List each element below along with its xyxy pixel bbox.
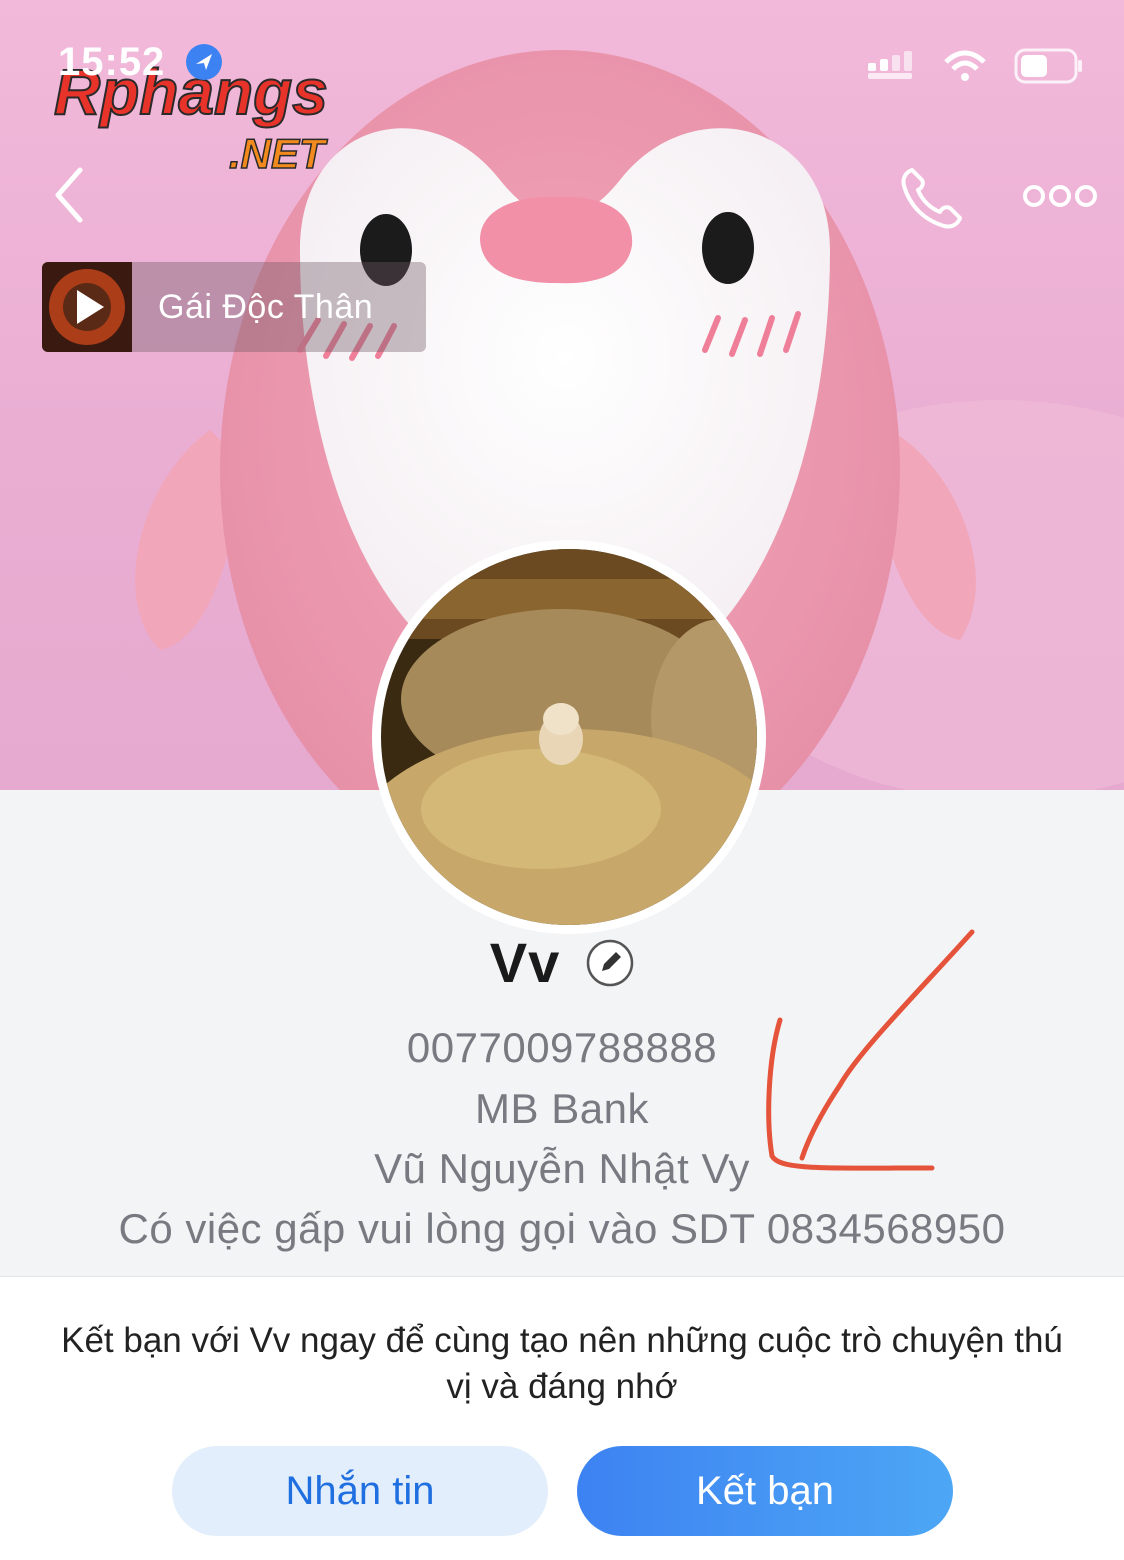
pencil-icon xyxy=(587,939,634,986)
invite-message: Kết bạn với Vv ngay để cùng tạo nên nhữn… xyxy=(61,1321,1063,1406)
profile-name: Vv xyxy=(489,931,561,994)
svg-text:.NET: .NET xyxy=(229,130,328,177)
more-dots-icon xyxy=(1023,185,1097,207)
phone-icon xyxy=(901,168,962,229)
battery-icon xyxy=(1014,48,1084,89)
edit-nickname-button[interactable] xyxy=(586,939,634,987)
status-icons xyxy=(868,48,1084,89)
chevron-left-icon xyxy=(55,167,83,223)
wifi-icon xyxy=(944,50,986,87)
location-arrow-icon xyxy=(184,42,224,87)
call-button[interactable] xyxy=(890,160,970,240)
profile-avatar[interactable] xyxy=(372,540,766,934)
annotation-arrow xyxy=(766,929,975,1171)
add-friend-button[interactable]: Kết bạn xyxy=(577,1446,953,1536)
music-title: Gái Độc Thân xyxy=(158,287,374,326)
bio-contact-note: Có việc gấp vui lòng gọi vào SDT 0834568… xyxy=(118,1205,1006,1252)
status-time: 15:52 xyxy=(58,40,166,84)
profile-music-chip[interactable]: Gái Độc Thân xyxy=(42,262,426,352)
more-options-button[interactable] xyxy=(1020,168,1100,224)
message-button[interactable]: Nhắn tin xyxy=(172,1446,548,1536)
music-thumbnail xyxy=(42,262,132,352)
back-button[interactable] xyxy=(40,160,110,230)
signal-icon xyxy=(868,51,916,86)
